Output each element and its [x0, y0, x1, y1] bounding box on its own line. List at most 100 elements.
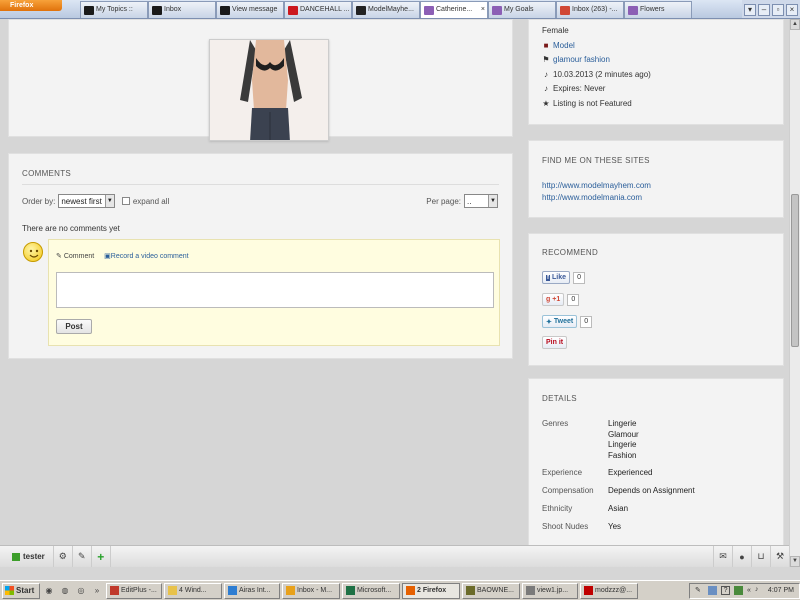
outlook-icon[interactable]: ◎ — [74, 584, 88, 598]
detail-value-list: Lingerie Glamour Lingerie Fashion — [608, 419, 639, 461]
modelmayhem-icon — [356, 5, 366, 15]
scroll-thumb[interactable] — [791, 194, 799, 347]
user-avatar-smiley-icon — [23, 242, 43, 262]
taskbar-button[interactable]: Inbox - M... — [282, 582, 340, 599]
tab-label: ModelMayhe... — [368, 6, 414, 13]
page-scrollbar[interactable]: ▲ ▼ — [789, 19, 800, 567]
site-icon — [220, 5, 230, 15]
app-icon — [466, 586, 475, 595]
google-plus-button[interactable]: g +1 — [542, 293, 565, 306]
tags-link[interactable]: glamour fashion — [553, 53, 610, 68]
like-label: Like — [552, 274, 567, 281]
restore-icon[interactable]: ▫ — [772, 3, 784, 16]
online-status-icon — [12, 552, 20, 561]
taskbar-button-label: Microsoft... — [357, 587, 392, 594]
browser-tab[interactable]: Inbox — [148, 1, 216, 18]
firefox-icon[interactable]: ◍ — [58, 584, 72, 598]
tray-expand-icon[interactable]: « — [747, 587, 751, 594]
gplus-label: +1 — [552, 296, 561, 303]
detail-value: Yes — [608, 522, 622, 531]
per-page-value: .. — [467, 196, 472, 206]
tweet-button[interactable]: ✦ Tweet — [542, 315, 578, 328]
browser-tab[interactable]: Flowers — [624, 1, 692, 18]
per-page-label: Per page: — [426, 196, 461, 206]
tab-label: My Topics :: — [96, 6, 133, 13]
edit-icon[interactable]: ✎ — [73, 546, 92, 567]
browser-tab[interactable]: ModelMayhe... — [352, 1, 420, 18]
facebook-like-button[interactable]: f Like — [542, 271, 571, 284]
tray-help-icon[interactable]: ? — [721, 586, 731, 595]
browser-tab[interactable]: My Topics :: — [80, 1, 148, 18]
browser-tab[interactable]: My Goals — [488, 1, 556, 18]
firefox-icon — [406, 586, 415, 595]
category-link[interactable]: Model — [553, 39, 575, 54]
chrome-icon[interactable]: ◉ — [42, 584, 56, 598]
record-video-link[interactable]: ▣Record a video comment — [104, 252, 188, 260]
taskbar-button-label: modzzz@... — [595, 587, 633, 594]
taskbar-button[interactable]: EditPlus -... — [106, 582, 162, 599]
gplus-count: 0 — [567, 293, 580, 306]
add-icon[interactable]: + — [92, 546, 111, 567]
browser-tab[interactable]: Catherine... × — [420, 1, 488, 18]
wrench-icon[interactable]: ⚒ — [770, 546, 789, 567]
taskbar-button[interactable]: modzzz@... — [580, 582, 638, 599]
listing-photo[interactable] — [209, 39, 329, 141]
cart-icon[interactable]: ⊔ — [751, 546, 770, 567]
pin-it-button[interactable]: Pin it — [542, 336, 568, 349]
taskbar-button[interactable]: BAOWNE... — [462, 582, 520, 599]
close-tab-icon[interactable]: × — [481, 2, 487, 18]
page-icon — [424, 5, 434, 15]
mail-icon[interactable]: ✉ — [713, 546, 732, 567]
taskbar-button-label: Inbox - M... — [297, 587, 333, 594]
site-link[interactable]: http://www.modelmayhem.com — [542, 180, 651, 192]
detail-key: Shoot Nudes — [542, 522, 589, 531]
comment-textarea[interactable] — [56, 272, 494, 308]
taskbar-button-label: BAOWNE... — [477, 587, 514, 594]
tray-speaker-icon[interactable]: ♪ — [755, 586, 764, 595]
browser-tab[interactable]: Inbox (263) -... — [556, 1, 624, 18]
taskbar-button[interactable]: 4 Wind... — [164, 582, 222, 599]
scroll-down-arrow-icon[interactable]: ▼ — [790, 556, 800, 567]
gmail-icon — [560, 5, 570, 15]
task-buttons: EditPlus -... 4 Wind... Airas Int... Inbox … — [106, 582, 638, 599]
tab-label: Inbox (263) -... — [572, 6, 618, 13]
taskbar-button[interactable]: Airas Int... — [224, 582, 280, 599]
taskbar-button[interactable]: Microsoft... — [342, 582, 400, 599]
user-icon[interactable]: ● — [732, 546, 751, 567]
browser-tab[interactable]: DANCEHALL ... — [284, 1, 352, 18]
scroll-up-arrow-icon[interactable]: ▲ — [790, 19, 800, 30]
tray-network-icon[interactable] — [708, 586, 718, 595]
site-icon — [84, 5, 94, 15]
site-link[interactable]: http://www.modelmania.com — [542, 192, 651, 204]
order-by-select[interactable]: newest first ▼ — [58, 194, 115, 208]
close-window-icon[interactable]: × — [786, 3, 798, 16]
more-quicklaunch-icon[interactable]: » — [90, 584, 104, 598]
folder-icon — [168, 586, 177, 595]
taskbar-button[interactable]: view1.jp... — [522, 582, 578, 599]
tab-label: View message — [232, 6, 278, 13]
minimize-icon[interactable]: – — [758, 3, 770, 16]
browser-tab[interactable]: View message — [216, 1, 284, 18]
site-bottom-toolbar: tester ⚙ ✎ + ✉ ● ⊔ ⚒ — [0, 545, 789, 567]
settings-gear-icon[interactable]: ⚙ — [54, 546, 73, 567]
user-menu[interactable]: tester — [0, 546, 54, 567]
list-all-tabs-icon[interactable]: ▾ — [744, 3, 756, 16]
find-me-panel: FIND ME ON THESE SITES http://www.modelm… — [528, 140, 784, 218]
comment-tab-label: Comment — [63, 253, 95, 260]
detail-key: Genres — [542, 419, 569, 428]
tray-update-icon[interactable] — [734, 586, 744, 595]
comment-tab[interactable]: ✎ Comment — [56, 252, 94, 260]
gender-row: Female — [542, 24, 651, 39]
tab-controls: ▾ – ▫ × — [742, 0, 800, 18]
model-photo-image — [210, 40, 328, 140]
filezilla-icon — [584, 586, 593, 595]
video-icon: ▣ — [104, 253, 111, 260]
taskbar-button[interactable]: 2 Firefox — [402, 582, 460, 599]
order-by-value: newest first — [61, 196, 102, 206]
per-page-select[interactable]: .. ▼ — [464, 194, 498, 208]
firefox-menu-button[interactable]: Firefox — [0, 0, 62, 11]
tray-pen-icon[interactable]: ✎ — [695, 586, 704, 595]
expand-all-checkbox[interactable] — [121, 197, 130, 205]
start-button[interactable]: Start — [2, 582, 40, 599]
post-button[interactable]: Post — [56, 319, 92, 334]
